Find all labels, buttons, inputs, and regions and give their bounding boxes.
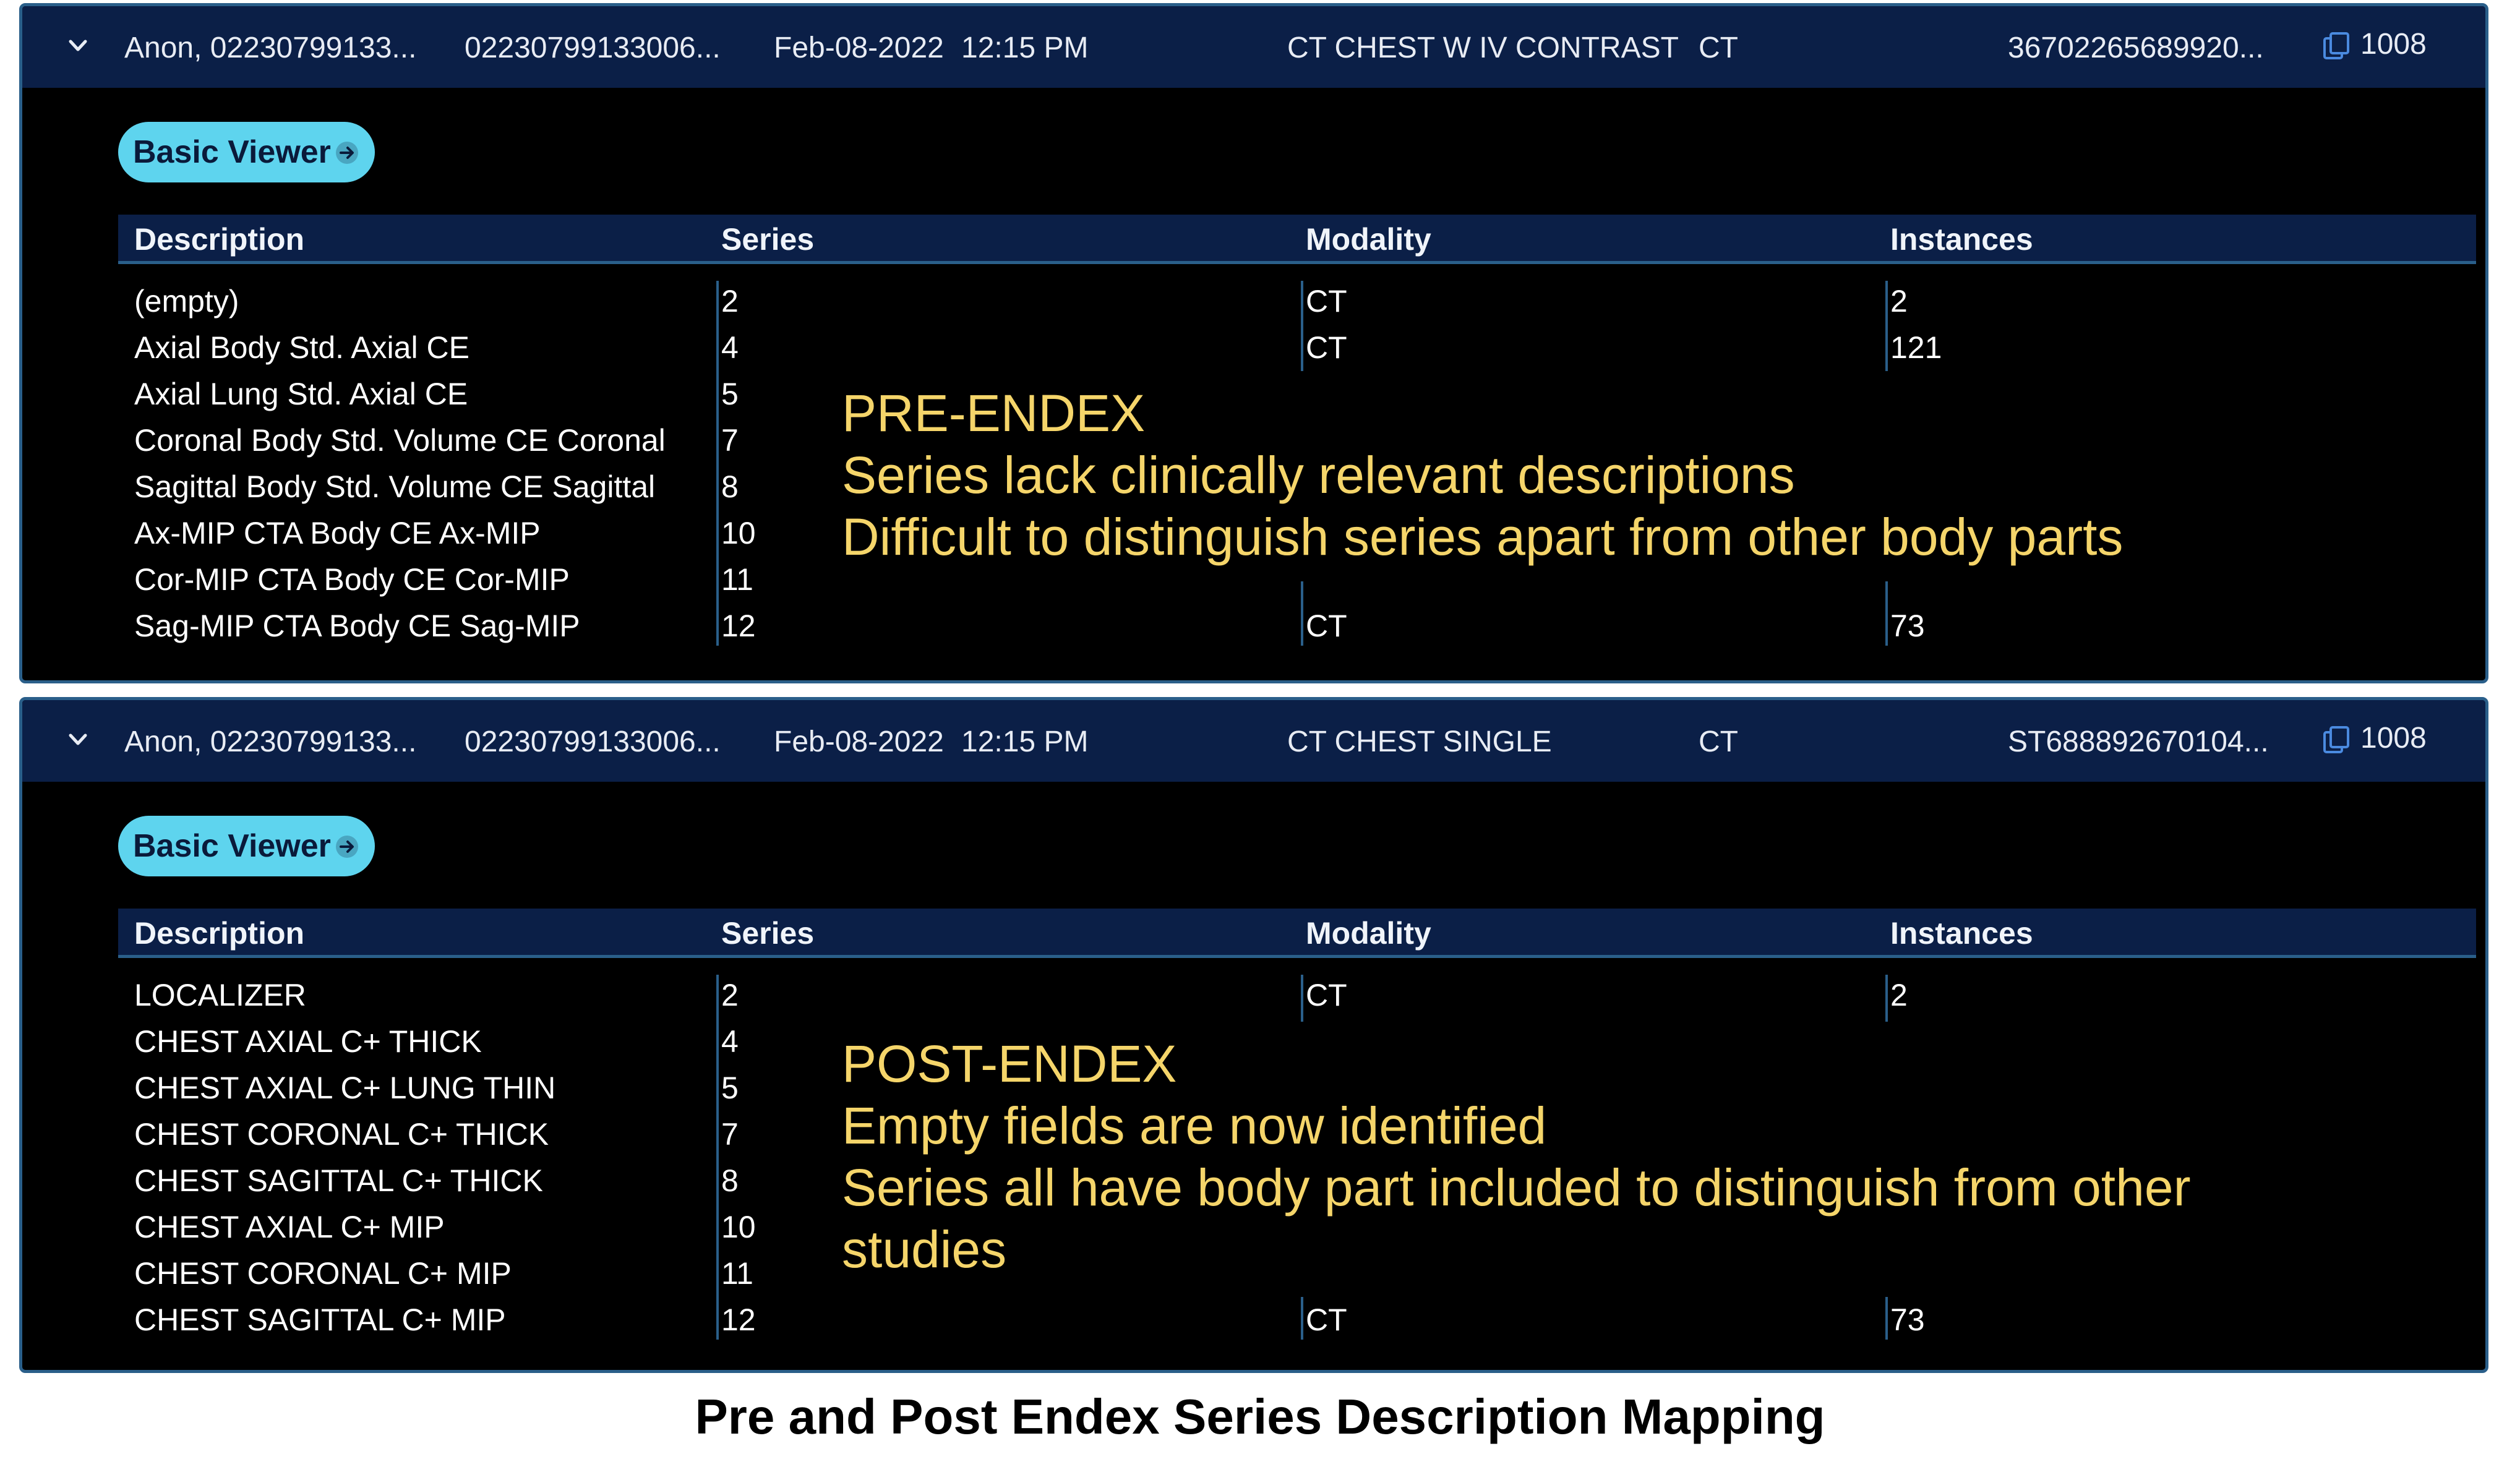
- column-series[interactable]: Series: [721, 221, 814, 257]
- row-description: Cor-MIP CTA Body CE Cor-MIP: [134, 562, 570, 597]
- basic-viewer-button[interactable]: Basic Viewer: [118, 122, 375, 182]
- annotation-line: Empty fields are now identified: [842, 1097, 1547, 1155]
- annotation-pre-endex: PRE-ENDEX Series lack clinically relevan…: [842, 382, 2123, 568]
- study-header-row[interactable]: Anon, 02230799133... 02230799133006... F…: [22, 6, 2485, 88]
- row-instances: 73: [1890, 1302, 1925, 1337]
- row-modality: CT: [1306, 609, 1347, 643]
- study-modality: CT: [1699, 32, 1738, 64]
- annotation-post-endex: POST-ENDEX Empty fields are now identifi…: [842, 1033, 2191, 1280]
- row-description: CHEST CORONAL C+ THICK: [134, 1117, 549, 1152]
- row-instances: 2: [1890, 978, 1908, 1012]
- annotation-line: Difficult to distinguish series apart fr…: [842, 508, 2124, 566]
- row-description: Coronal Body Std. Volume CE Coronal: [134, 423, 666, 458]
- patient-name: Anon, 02230799133...: [124, 725, 417, 758]
- figure-caption: Pre and Post Endex Series Description Ma…: [695, 1389, 1825, 1444]
- basic-viewer-label: Basic Viewer: [133, 134, 331, 170]
- row-description: CHEST SAGITTAL C+ MIP: [134, 1302, 506, 1337]
- accession-number: 36702265689920...: [2008, 32, 2264, 64]
- row-series: 8: [721, 1163, 739, 1198]
- basic-viewer-button[interactable]: Basic Viewer: [118, 816, 375, 876]
- column-modality[interactable]: Modality: [1306, 221, 1431, 257]
- row-series: 12: [721, 609, 756, 643]
- accession-number: ST688892670104...: [2008, 725, 2269, 758]
- instance-count: 1008: [2360, 722, 2427, 755]
- series-table-header: Description Series Modality Instances: [118, 909, 2476, 958]
- row-description: LOCALIZER: [134, 978, 306, 1012]
- patient-name: Anon, 02230799133...: [124, 32, 417, 64]
- patient-mrn: 02230799133006...: [465, 725, 721, 758]
- row-series: 5: [721, 377, 739, 411]
- row-modality: CT: [1306, 284, 1347, 319]
- row-description: CHEST SAGITTAL C+ THICK: [134, 1163, 543, 1198]
- annotation-title: POST-ENDEX: [842, 1035, 1177, 1093]
- table-row[interactable]: Axial Body Std. Axial CE 4 CT 121: [118, 325, 2476, 371]
- row-description: Axial Body Std. Axial CE: [134, 330, 469, 365]
- table-row[interactable]: CHEST SAGITTAL C+ MIP 12 CT 73: [118, 1297, 2476, 1343]
- arrow-right-circle-icon: [336, 142, 358, 164]
- study-time: 12:15 PM: [961, 32, 1089, 64]
- row-description: CHEST CORONAL C+ MIP: [134, 1256, 512, 1291]
- chevron-down-icon[interactable]: [67, 35, 89, 57]
- column-instances[interactable]: Instances: [1890, 221, 2033, 257]
- study-date: Feb-08-2022: [774, 32, 944, 64]
- series-table-header: Description Series Modality Instances: [118, 215, 2476, 264]
- basic-viewer-label: Basic Viewer: [133, 828, 331, 864]
- row-description: Sagittal Body Std. Volume CE Sagittal: [134, 469, 656, 504]
- study-description: CT CHEST SINGLE: [1287, 725, 1552, 758]
- row-description: (empty): [134, 284, 239, 319]
- column-series[interactable]: Series: [721, 915, 814, 951]
- study-panel-pre-endex: Anon, 02230799133... 02230799133006... F…: [19, 3, 2488, 683]
- table-row[interactable]: Sag-MIP CTA Body CE Sag-MIP 12 CT 73: [118, 603, 2476, 649]
- row-series: 10: [721, 516, 756, 550]
- row-series: 11: [721, 1256, 753, 1291]
- patient-mrn: 02230799133006...: [465, 32, 721, 64]
- study-description: CT CHEST W IV CONTRAST: [1287, 32, 1679, 64]
- arrow-right-circle-icon: [336, 836, 358, 858]
- row-modality: CT: [1306, 978, 1347, 1012]
- study-panel-post-endex: Anon, 02230799133... 02230799133006... F…: [19, 697, 2488, 1373]
- row-instances: 2: [1890, 284, 1908, 319]
- study-time: 12:15 PM: [961, 725, 1089, 758]
- study-header-row[interactable]: Anon, 02230799133... 02230799133006... F…: [22, 700, 2485, 782]
- study-date: Feb-08-2022: [774, 725, 944, 758]
- row-series: 8: [721, 469, 739, 504]
- copy-icon: [2323, 32, 2349, 59]
- row-series: 2: [721, 284, 739, 319]
- row-series: 4: [721, 1024, 739, 1059]
- row-series: 10: [721, 1210, 756, 1244]
- row-description: Sag-MIP CTA Body CE Sag-MIP: [134, 609, 580, 643]
- row-description: Ax-MIP CTA Body CE Ax-MIP: [134, 516, 541, 550]
- row-series: 7: [721, 1117, 739, 1152]
- row-modality: CT: [1306, 330, 1347, 365]
- annotation-title: PRE-ENDEX: [842, 384, 1146, 442]
- row-series: 11: [721, 562, 753, 597]
- annotation-line: Series all have body part included to di…: [842, 1158, 2191, 1217]
- column-modality[interactable]: Modality: [1306, 915, 1431, 951]
- row-series: 4: [721, 330, 739, 365]
- row-series: 2: [721, 978, 739, 1012]
- table-row[interactable]: (empty) 2 CT 2: [118, 278, 2476, 325]
- row-series: 7: [721, 423, 739, 458]
- annotation-line: studies: [842, 1220, 1007, 1278]
- table-row[interactable]: LOCALIZER 2 CT 2: [118, 972, 2476, 1019]
- row-series: 12: [721, 1302, 756, 1337]
- row-series: 5: [721, 1071, 739, 1105]
- study-modality: CT: [1699, 725, 1738, 758]
- instance-count: 1008: [2360, 28, 2427, 61]
- row-instances: 73: [1890, 609, 1925, 643]
- chevron-down-icon[interactable]: [67, 729, 89, 751]
- column-description[interactable]: Description: [134, 221, 304, 257]
- row-modality: CT: [1306, 1302, 1347, 1337]
- row-description: CHEST AXIAL C+ LUNG THIN: [134, 1071, 556, 1105]
- row-description: CHEST AXIAL C+ MIP: [134, 1210, 445, 1244]
- copy-icon: [2323, 726, 2349, 753]
- row-description: CHEST AXIAL C+ THICK: [134, 1024, 482, 1059]
- row-instances: 121: [1890, 330, 1942, 365]
- column-description[interactable]: Description: [134, 915, 304, 951]
- row-description: Axial Lung Std. Axial CE: [134, 377, 468, 411]
- column-instances[interactable]: Instances: [1890, 915, 2033, 951]
- annotation-line: Series lack clinically relevant descript…: [842, 446, 1795, 504]
